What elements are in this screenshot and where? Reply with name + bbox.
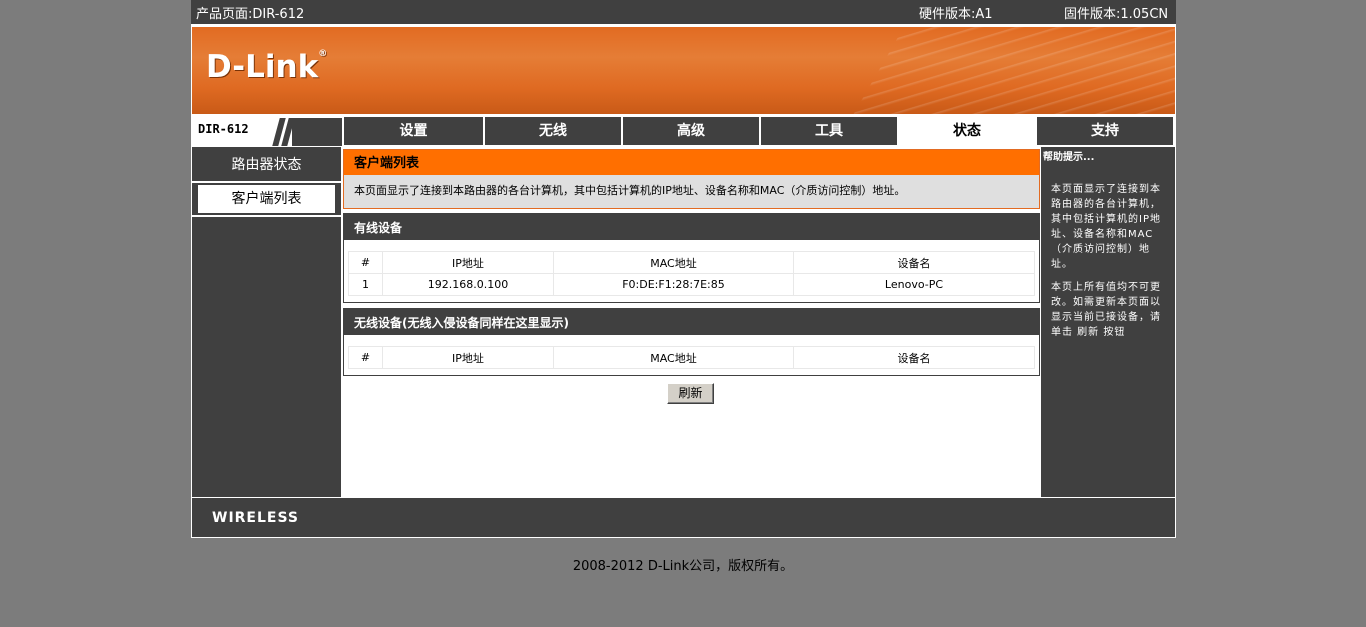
tab-setup[interactable]: 设置: [344, 117, 483, 145]
model-badge: DIR-612: [192, 116, 342, 146]
table-header-row: # IP地址 MAC地址 设备名: [348, 251, 1035, 274]
cell-ip: 192.168.0.100: [382, 273, 554, 296]
wireless-section-title: 无线设备(无线入侵设备同样在这里显示): [344, 309, 1039, 335]
main-content: 客户端列表 本页面显示了连接到本路由器的各台计算机，其中包括计算机的IP地址、设…: [342, 147, 1040, 497]
help-paragraph: 本页上所有值均不可更改。如需更新本页面以显示当前已接设备，请单击 刷新 按钮: [1051, 282, 1161, 338]
sidebar: 路由器状态 客户端列表: [192, 147, 341, 497]
page-title: 客户端列表: [344, 150, 1039, 175]
col-header-mac: MAC地址: [553, 346, 794, 369]
tab-advanced[interactable]: 高级: [623, 117, 759, 145]
wired-section: 有线设备 # IP地址 MAC地址 设备名 1 192.168.0.100 F0…: [343, 213, 1040, 303]
wireless-logo: WIRELESS: [212, 510, 300, 526]
intro-box: 客户端列表 本页面显示了连接到本路由器的各台计算机，其中包括计算机的IP地址、设…: [343, 149, 1040, 209]
product-page-label: 产品页面:DIR-612: [196, 7, 305, 22]
cell-index: 1: [348, 273, 383, 296]
sidebar-item-router-status[interactable]: 路由器状态: [192, 149, 341, 181]
model-badge-fill: [292, 118, 342, 146]
router-frame: 产品页面:DIR-612 硬件版本:A1 固件版本:1.05CN D-Link®…: [191, 0, 1176, 538]
sidebar-divider: [192, 181, 341, 183]
col-header-device: 设备名: [793, 251, 1035, 274]
main-nav: DIR-612 设置 无线 高级 工具 状态 支持: [191, 115, 1176, 146]
page-description: 本页面显示了连接到本路由器的各台计算机，其中包括计算机的IP地址、设备名称和MA…: [354, 184, 906, 197]
col-header-ip: IP地址: [382, 251, 554, 274]
info-bar: 产品页面:DIR-612 硬件版本:A1 固件版本:1.05CN: [191, 0, 1176, 24]
copyright-text: 2008-2012 D-Link公司，版权所有。: [572, 559, 794, 574]
col-header-ip: IP地址: [382, 346, 554, 369]
help-paragraph: 本页面显示了连接到本路由器的各台计算机，其中包括计算机的IP地址、设备名称和MA…: [1051, 184, 1161, 270]
cell-device: Lenovo-PC: [793, 273, 1035, 296]
hardware-version: 硬件版本:A1: [919, 7, 993, 22]
header-banner: D-Link®: [192, 27, 1175, 114]
help-panel: 帮助提示... 本页面显示了连接到本路由器的各台计算机，其中包括计算机的IP地址…: [1041, 147, 1175, 497]
col-header-device: 设备名: [793, 346, 1035, 369]
wireless-table: # IP地址 MAC地址 设备名: [348, 346, 1035, 369]
footer-bar: WIRELESS: [192, 498, 1175, 537]
col-header-index: #: [348, 251, 383, 274]
col-header-mac: MAC地址: [553, 251, 794, 274]
wireless-section: 无线设备(无线入侵设备同样在这里显示) # IP地址 MAC地址 设备名: [343, 308, 1040, 376]
cell-mac: F0:DE:F1:28:7E:85: [553, 273, 794, 296]
table-row: 1 192.168.0.100 F0:DE:F1:28:7E:85 Lenovo…: [348, 273, 1035, 296]
tab-support[interactable]: 支持: [1037, 117, 1173, 145]
table-header-row: # IP地址 MAC地址 设备名: [348, 346, 1035, 369]
help-title: 帮助提示...: [1043, 152, 1095, 163]
tab-tools[interactable]: 工具: [761, 117, 897, 145]
refresh-button[interactable]: 刷新: [667, 383, 714, 404]
tab-status[interactable]: 状态: [899, 117, 1035, 145]
wired-section-title: 有线设备: [344, 214, 1039, 240]
firmware-version: 固件版本:1.05CN: [1064, 7, 1169, 22]
tab-wireless[interactable]: 无线: [485, 117, 621, 145]
sidebar-divider: [192, 215, 341, 217]
model-label: DIR-612: [198, 122, 249, 136]
wired-table: # IP地址 MAC地址 设备名 1 192.168.0.100 F0:DE:F…: [348, 251, 1035, 296]
col-header-index: #: [348, 346, 383, 369]
dlink-logo: D-Link®: [206, 49, 328, 85]
sidebar-item-client-list[interactable]: 客户端列表: [198, 185, 335, 213]
banner-decoration: [828, 27, 1175, 114]
